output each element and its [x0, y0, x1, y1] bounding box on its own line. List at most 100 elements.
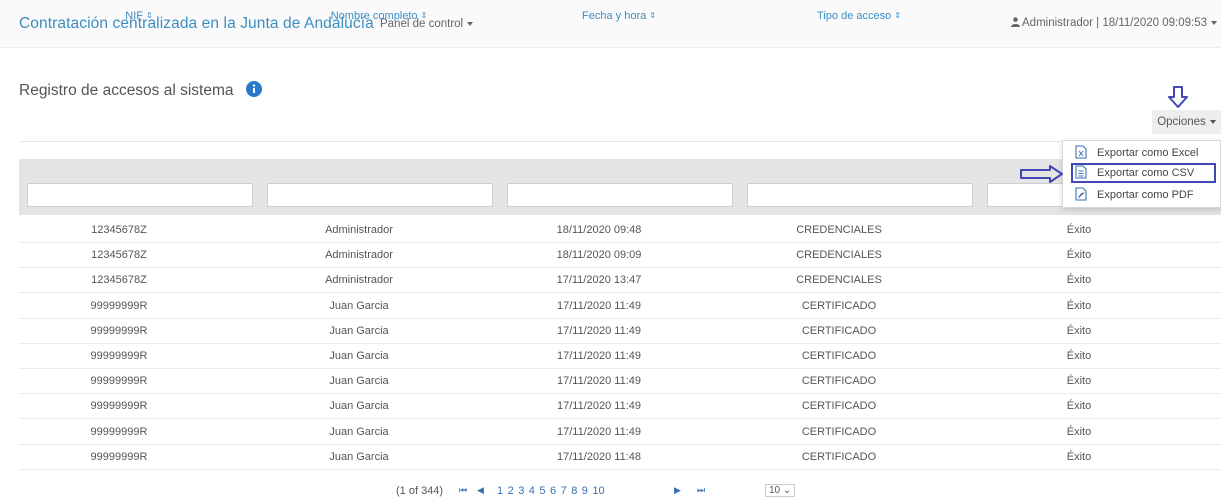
- cell-tipo: CERTIFICADO: [801, 400, 877, 413]
- page-number-link[interactable]: 3: [518, 485, 524, 497]
- cell-fecha: 17/11/2020 11:49: [556, 425, 641, 438]
- table-row[interactable]: 12345678Z Administrador 18/11/2020 09:09 CR…: [19, 243, 1221, 269]
- options-dropdown-menu: Exportar como Excel Exportar como CSV Ex…: [1062, 140, 1221, 208]
- table-row[interactable]: 99999999R Juan Garcia 17/11/2020 11:49 CERT…: [19, 420, 1221, 445]
- filter-tipo-input[interactable]: [747, 183, 973, 207]
- info-icon[interactable]: [245, 81, 262, 97]
- cell-nif: 99999999R: [90, 324, 148, 337]
- cell-nombre: Juan Garcia: [329, 425, 389, 438]
- pagination-summary: (1 of 344): [396, 485, 444, 497]
- cell-resultado: Éxito: [1066, 400, 1092, 413]
- table-row[interactable]: 99999999R Juan Garcia 17/11/2020 11:49 CERT…: [19, 344, 1221, 369]
- export-pdf-menu-item[interactable]: Exportar como PDF: [1063, 185, 1220, 205]
- cell-nombre: Administrador: [325, 249, 393, 262]
- page-number-link[interactable]: 8: [571, 485, 577, 497]
- column-header-nombre[interactable]: Nombre completo ⇕: [259, 10, 499, 22]
- cell-nif: 12345678Z: [91, 224, 147, 236]
- cell-nombre: Administrador: [325, 274, 393, 287]
- column-label: NIF: [125, 10, 144, 22]
- cell-nif: 12345678Z: [91, 274, 147, 287]
- options-label: Opciones: [1157, 116, 1206, 128]
- page-number-link[interactable]: 9: [582, 485, 588, 497]
- prev-page-icon[interactable]: ◀: [477, 485, 484, 496]
- pdf-file-icon: [1075, 187, 1087, 201]
- cell-resultado: Éxito: [1066, 450, 1092, 463]
- cell-fecha: 17/11/2020 11:49: [556, 400, 641, 413]
- cell-nif: 99999999R: [90, 375, 148, 388]
- page-number-link[interactable]: 4: [529, 485, 535, 497]
- sort-icon: ⇕: [146, 11, 153, 20]
- cell-resultado: Éxito: [1066, 249, 1092, 262]
- page-number-link[interactable]: 6: [550, 485, 556, 497]
- cell-nif: 12345678Z: [91, 249, 147, 262]
- table-row[interactable]: 12345678Z Administrador 17/11/2020 13:47 CR…: [19, 268, 1221, 294]
- column-header-fecha[interactable]: Fecha y hora ⇕: [499, 10, 739, 22]
- cell-nombre: Administrador: [325, 224, 393, 236]
- export-csv-menu-item[interactable]: Exportar como CSV: [1071, 163, 1216, 183]
- filter-fecha-input[interactable]: [507, 183, 733, 207]
- cell-tipo: CERTIFICADO: [801, 450, 877, 463]
- cell-resultado: Éxito: [1066, 375, 1092, 388]
- column-label: Nombre completo: [330, 10, 418, 22]
- column-header-tipo[interactable]: Tipo de acceso ⇕: [739, 10, 979, 22]
- cell-fecha: 18/11/2020 09:48: [556, 224, 642, 236]
- cell-fecha: 17/11/2020 11:49: [556, 299, 641, 312]
- caret-down-icon: [467, 21, 474, 26]
- column-header-nif[interactable]: NIF ⇕: [19, 10, 259, 22]
- cell-fecha: 17/11/2020 11:49: [556, 375, 641, 388]
- table-row[interactable]: 99999999R Juan Garcia 17/11/2020 11:49 CERT…: [19, 394, 1221, 420]
- page-number-link[interactable]: 2: [508, 485, 514, 497]
- first-page-icon[interactable]: ⏮: [459, 485, 467, 496]
- pagination: (1 of 344) ⏮ ◀ 1 2 3 4 5 6 7 8 9 10 ▶ ⏭ 10 ⌄: [0, 484, 1221, 497]
- table-row[interactable]: 99999999R Juan Garcia 17/11/2020 11:49 CERT…: [19, 319, 1221, 344]
- cell-nif: 99999999R: [90, 425, 148, 438]
- divider: [19, 141, 1219, 142]
- cell-nif: 99999999R: [90, 299, 148, 312]
- table-row[interactable]: 99999999R Juan Garcia 17/11/2020 11:49 CERT…: [19, 294, 1221, 319]
- page-number-link[interactable]: 5: [539, 485, 545, 497]
- export-excel-menu-item[interactable]: Exportar como Excel: [1063, 143, 1220, 163]
- table-row[interactable]: 12345678Z Administrador 18/11/2020 09:48 CR…: [19, 218, 1221, 243]
- cell-fecha: 17/11/2020 11:48: [556, 450, 641, 463]
- cell-fecha: 17/11/2020 11:49: [556, 324, 641, 337]
- cell-resultado: Éxito: [1066, 274, 1092, 287]
- caret-down-icon: [1209, 119, 1216, 124]
- page-size-select[interactable]: 10 ⌄: [765, 484, 796, 497]
- annotation-arrow-down-icon: [1168, 86, 1188, 108]
- cell-fecha: 17/11/2020 13:47: [556, 274, 642, 287]
- cell-nif: 99999999R: [90, 450, 148, 463]
- filter-nif-input[interactable]: [27, 183, 253, 207]
- sort-icon: ⇕: [420, 11, 428, 20]
- cell-fecha: 18/11/2020 09:09: [556, 249, 642, 262]
- column-label: Tipo de acceso: [817, 10, 892, 22]
- cell-tipo: CERTIFICADO: [801, 350, 877, 362]
- export-pdf-label: Exportar como PDF: [1097, 189, 1194, 201]
- cell-tipo: CERTIFICADO: [801, 324, 877, 337]
- column-header-resultado[interactable]: [979, 10, 1219, 22]
- sort-icon: ⇕: [894, 11, 901, 20]
- cell-nif: 99999999R: [90, 350, 148, 362]
- next-page-icon[interactable]: ▶: [674, 485, 681, 496]
- cell-resultado: Éxito: [1066, 425, 1092, 438]
- cell-tipo: CERTIFICADO: [801, 375, 877, 388]
- excel-file-icon: [1075, 145, 1087, 159]
- export-excel-label: Exportar como Excel: [1097, 147, 1199, 159]
- page-number-link[interactable]: 7: [561, 485, 567, 497]
- cell-resultado: Éxito: [1066, 350, 1092, 362]
- cell-nombre: Juan Garcia: [329, 299, 389, 312]
- csv-file-icon: [1075, 165, 1087, 179]
- cell-resultado: Éxito: [1066, 324, 1092, 337]
- last-page-icon[interactable]: ⏭: [697, 485, 705, 496]
- cell-fecha: 17/11/2020 11:49: [556, 350, 641, 362]
- page-title: Registro de accesos al sistema: [19, 81, 262, 100]
- page-number-link[interactable]: 10: [592, 485, 604, 497]
- cell-nombre: Juan Garcia: [329, 400, 389, 413]
- annotation-arrow-right-icon: [1020, 165, 1063, 183]
- cell-tipo: CREDENCIALES: [796, 274, 882, 287]
- filter-nombre-input[interactable]: [267, 183, 493, 207]
- page-number-link[interactable]: 1: [497, 485, 503, 497]
- options-button[interactable]: Opciones: [1152, 110, 1221, 134]
- table-row[interactable]: 99999999R Juan Garcia 17/11/2020 11:48 CERT…: [19, 445, 1221, 470]
- table-row[interactable]: 99999999R Juan Garcia 17/11/2020 11:49 CERT…: [19, 369, 1221, 395]
- cell-resultado: Éxito: [1066, 299, 1092, 312]
